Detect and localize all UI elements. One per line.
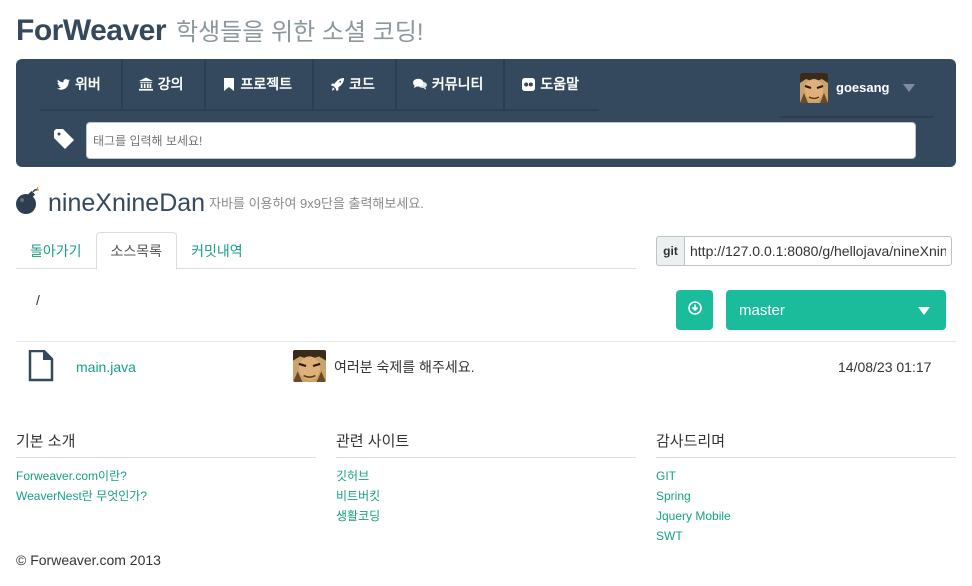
footer-link[interactable]: 비트버킷 <box>336 486 636 506</box>
tag-icon <box>54 129 76 151</box>
nav-label: 커뮤니티 <box>431 76 484 92</box>
nav-label: 프로젝트 <box>240 76 293 92</box>
avatar <box>800 72 828 103</box>
git-url-field[interactable] <box>684 236 952 266</box>
commit-date: 14/08/23 01:17 <box>838 359 932 375</box>
user-menu[interactable]: goesang <box>780 59 934 118</box>
repo-tabs: 돌아가기 소스목록 커밋내역 <box>16 232 636 270</box>
footer-column-about: 기본 소개 Forweaver.com이란? WeaverNest란 무엇인가? <box>16 430 316 506</box>
twitter-icon <box>56 77 70 91</box>
git-label: git <box>656 236 684 266</box>
table-row: main.java 여러분 숙제를 해주세요. 14/08/23 01:17 <box>16 342 956 392</box>
footer-link[interactable]: Spring <box>656 486 956 506</box>
footer-link[interactable]: WeaverNest란 무엇인가? <box>16 486 316 506</box>
nav-menu: 위버 강의 프로젝트 코드 커뮤니티 도움말 <box>40 59 599 111</box>
branch-select[interactable]: master <box>726 290 946 330</box>
download-button[interactable] <box>676 290 713 330</box>
commit-message: 여러분 숙제를 해주세요. <box>334 359 475 375</box>
chevron-down-icon <box>918 307 930 315</box>
nav-item-project[interactable]: 프로젝트 <box>205 59 315 111</box>
flickr-icon <box>521 77 535 91</box>
tab-back[interactable]: 돌아가기 <box>16 232 96 269</box>
file-icon <box>28 349 54 382</box>
footer-heading: 기본 소개 <box>16 430 316 458</box>
brand-name[interactable]: ForWeaver <box>16 14 167 48</box>
footer-link[interactable]: 깃허브 <box>336 466 636 486</box>
file-name-link[interactable]: main.java <box>76 359 136 375</box>
bookmark-icon <box>222 77 236 91</box>
rocket-icon <box>330 77 344 91</box>
tab-commit-history[interactable]: 커밋내역 <box>177 232 257 269</box>
nav-item-community[interactable]: 커뮤니티 <box>396 59 506 111</box>
repo-title: nineXnineDan 자바를 이용하여 9x9단을 출력해보세요. <box>16 184 424 218</box>
current-path: / <box>36 292 40 308</box>
nav-label: 코드 <box>349 76 375 92</box>
footer-link[interactable]: 생활코딩 <box>336 506 636 526</box>
footer-heading: 관련 사이트 <box>336 430 636 458</box>
username: goesang <box>836 80 890 95</box>
footer-link[interactable]: Jquery Mobile <box>656 506 956 526</box>
navbar: 위버 강의 프로젝트 코드 커뮤니티 도움말 goesang 태그를 입력해 보… <box>16 59 956 167</box>
footer-link[interactable]: Forweaver.com이란? <box>16 466 316 486</box>
footer-column-related-sites: 관련 사이트 깃허브 비트버킷 생활코딩 <box>336 430 636 526</box>
nav-label: 위버 <box>75 76 101 92</box>
brand-header: ForWeaver 학생들을 위한 소셜 코딩! <box>16 12 424 52</box>
chevron-down-icon <box>903 83 916 92</box>
footer-link[interactable]: GIT <box>656 466 956 486</box>
avatar <box>293 350 326 382</box>
nav-label: 도움말 <box>540 76 579 92</box>
nav-item-help[interactable]: 도움말 <box>505 59 599 111</box>
footer-heading: 감사드리며 <box>656 430 956 458</box>
footer-link[interactable]: SWT <box>656 526 956 546</box>
tag-input[interactable] <box>86 122 916 159</box>
nav-label: 강의 <box>157 76 184 92</box>
brand-slogan: 학생들을 위한 소셜 코딩! <box>176 19 424 46</box>
bomb-icon <box>16 186 40 215</box>
nav-item-lecture[interactable]: 강의 <box>122 59 206 111</box>
nav-item-code[interactable]: 코드 <box>314 59 397 111</box>
repo-name: nineXnineDan <box>48 189 206 217</box>
repo-description: 자바를 이용하여 9x9단을 출력해보세요. <box>209 196 424 211</box>
download-icon <box>687 300 702 320</box>
branch-name: master <box>739 301 785 319</box>
tab-source-list[interactable]: 소스목록 <box>95 232 178 270</box>
bank-icon <box>138 77 153 91</box>
copyright: © Forweaver.com 2013 <box>16 552 161 568</box>
git-url-group: git <box>656 236 952 266</box>
comments-icon <box>412 77 427 91</box>
footer-column-thanks: 감사드리며 GIT Spring Jquery Mobile SWT <box>656 430 956 546</box>
nav-item-weaver[interactable]: 위버 <box>40 59 123 111</box>
